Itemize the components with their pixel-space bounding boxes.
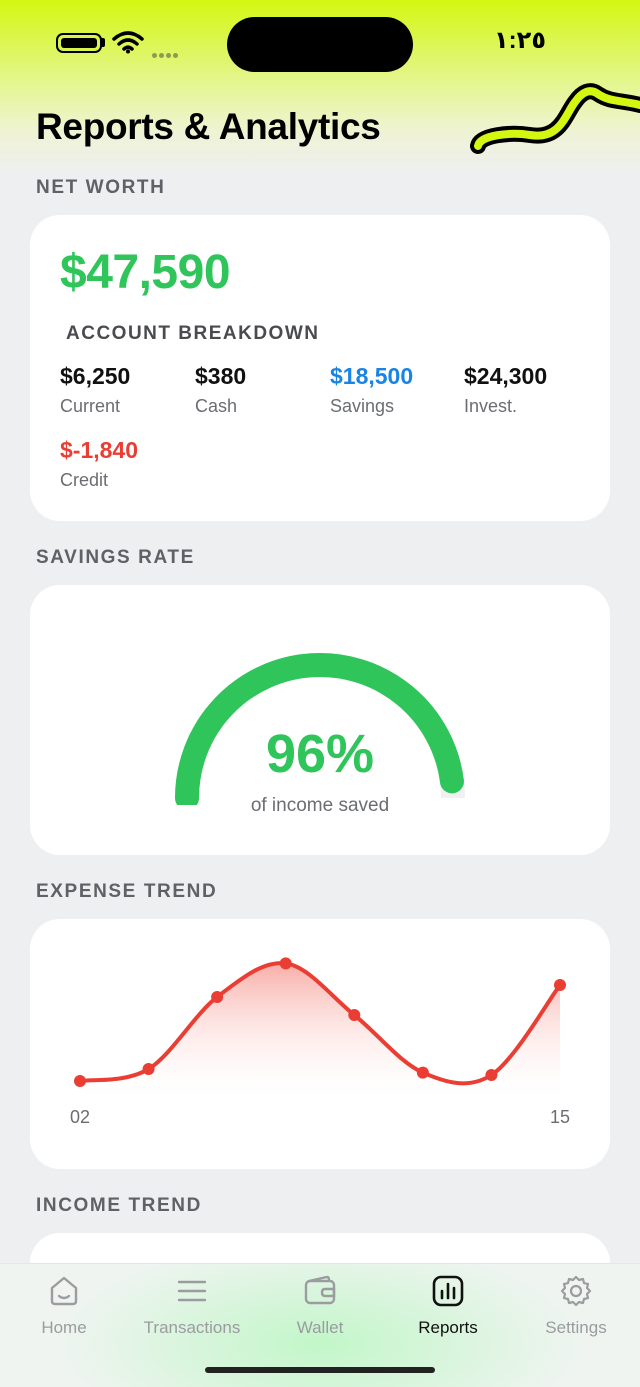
account-amount: $-1,840 — [60, 437, 139, 463]
savings-rate-label: SAVINGS RATE — [36, 547, 195, 568]
status-bar: ١:٢٥ — [0, 0, 640, 90]
x-tick-label: 15 — [550, 1107, 570, 1127]
tab-wallet[interactable]: Wallet — [256, 1274, 384, 1354]
expense-trend-chart: 02 15 — [70, 957, 570, 1127]
expense-data-point — [348, 1009, 361, 1021]
expense-data-point — [554, 979, 566, 991]
home-icon — [50, 1276, 78, 1306]
expense-data-point — [416, 1066, 429, 1079]
account-amount: $18,500 — [330, 363, 414, 389]
expense-trend-label: EXPENSE TREND — [36, 881, 218, 902]
home-indicator — [205, 1367, 435, 1373]
status-time: ١:٢٥ — [494, 27, 546, 54]
account-amount: $6,250 — [60, 363, 131, 389]
battery-icon — [56, 33, 102, 53]
net-worth-value: $47,590 — [60, 246, 231, 299]
battery-nub — [101, 38, 105, 47]
dynamic-island — [227, 17, 413, 72]
expense-data-point — [142, 1063, 155, 1075]
wallet-icon — [304, 1275, 336, 1305]
account-savings: $18,500 Savings — [330, 363, 413, 417]
account-label: Savings — [330, 396, 395, 416]
account-label: Current — [60, 396, 121, 416]
expense-data-point — [485, 1069, 498, 1081]
account-label: Credit — [60, 470, 109, 490]
x-tick-label: 02 — [70, 1107, 90, 1127]
expense-data-point — [211, 991, 224, 1003]
account-invest: $24,300 Invest. — [464, 363, 547, 417]
account-amount: $380 — [195, 363, 247, 389]
net-worth-card: $47,590 ACCOUNT BREAKDOWN $6,250 Current… — [30, 215, 610, 521]
bar-chart-icon — [432, 1275, 464, 1307]
tab-settings[interactable]: Settings — [512, 1274, 640, 1354]
tab-label: Transactions — [143, 1318, 241, 1337]
decorative-squiggle — [470, 83, 640, 154]
list-icon — [177, 1280, 207, 1302]
page-title: Reports & Analytics — [36, 106, 381, 147]
net-worth-label: NET WORTH — [36, 177, 166, 198]
wifi-icon — [112, 31, 144, 54]
savings-rate-value: 96% — [265, 724, 375, 784]
savings-rate-caption: of income saved — [250, 795, 390, 816]
gear-icon — [560, 1275, 592, 1307]
expense-trend-card: 02 15 — [30, 919, 610, 1169]
account-label: Cash — [195, 396, 238, 416]
tab-home[interactable]: Home — [0, 1274, 128, 1354]
account-breakdown-title: ACCOUNT BREAKDOWN — [66, 323, 320, 344]
tab-label: Wallet — [296, 1318, 344, 1337]
tab-label: Home — [41, 1318, 87, 1337]
expense-data-point — [279, 957, 292, 970]
cellular-signal-icon — [152, 45, 186, 58]
account-amount: $24,300 — [464, 363, 548, 389]
income-trend-label: INCOME TREND — [36, 1195, 202, 1216]
account-credit: $-1,840 Credit — [60, 437, 138, 491]
account-label: Invest. — [464, 396, 518, 416]
expense-data-point — [74, 1075, 86, 1087]
account-current: $6,250 Current — [60, 363, 130, 417]
tab-label: Reports — [418, 1318, 478, 1337]
tab-label: Settings — [545, 1318, 607, 1337]
tab-transactions[interactable]: Transactions — [128, 1274, 256, 1354]
savings-rate-card: 96% of income saved — [30, 585, 610, 855]
account-cash: $380 Cash — [195, 363, 246, 417]
tab-reports[interactable]: Reports — [384, 1274, 512, 1354]
